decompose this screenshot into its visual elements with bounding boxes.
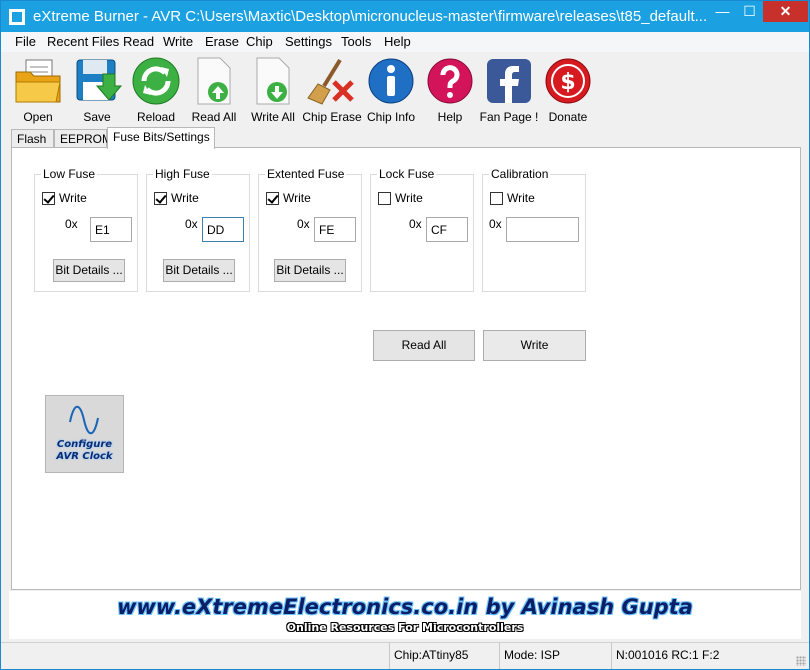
menu-settings[interactable]: Settings xyxy=(285,34,332,49)
extended-fuse-group: Extented Fuse Write 0x FE Bit Details ..… xyxy=(258,167,362,292)
resize-grip-icon[interactable] xyxy=(796,656,806,666)
calibration-group: Calibration Write 0x xyxy=(482,167,586,292)
extended-fuse-bit-details-button[interactable]: Bit Details ... xyxy=(274,259,346,282)
banner-tagline: Online Resources For Microcontrollers xyxy=(286,621,524,634)
extended-fuse-hex-prefix: 0x xyxy=(297,217,310,231)
high-fuse-bit-details-button[interactable]: Bit Details ... xyxy=(163,259,235,282)
app-icon xyxy=(9,9,25,25)
lock-fuse-write-checkbox[interactable] xyxy=(378,192,391,205)
high-fuse-input[interactable]: DD xyxy=(202,217,244,242)
menu-tools[interactable]: Tools xyxy=(341,34,371,49)
broom-icon xyxy=(307,58,354,105)
high-fuse-group: High Fuse Write 0x DD Bit Details ... xyxy=(146,167,250,292)
fuse-settings-panel: Low Fuse Write 0x E1 Bit Details ... Hig… xyxy=(11,147,801,590)
open-button[interactable]: Open xyxy=(10,56,66,124)
donate-label: Donate xyxy=(548,110,588,124)
extended-fuse-input[interactable]: FE xyxy=(314,217,356,242)
low-fuse-title: Low Fuse xyxy=(41,167,98,181)
calibration-write-label: Write xyxy=(507,191,535,205)
menu-recent-files[interactable]: Recent Files xyxy=(47,34,119,49)
save-button[interactable]: Save xyxy=(69,56,125,124)
status-counters: N:001016 RC:1 F:2 xyxy=(611,643,807,669)
menu-erase[interactable]: Erase xyxy=(205,34,239,49)
menu-write[interactable]: Write xyxy=(163,34,193,49)
info-icon xyxy=(368,58,414,104)
low-fuse-bit-details-button[interactable]: Bit Details ... xyxy=(53,259,125,282)
write-all-icon xyxy=(256,57,290,105)
help-icon xyxy=(427,58,473,104)
menu-chip[interactable]: Chip xyxy=(246,34,273,49)
lock-fuse-title: Lock Fuse xyxy=(377,167,437,181)
low-fuse-group: Low Fuse Write 0x E1 Bit Details ... xyxy=(34,167,138,292)
minimize-button[interactable]: — xyxy=(709,1,736,22)
window-title: eXtreme Burner - AVR C:\Users\Maxtic\Des… xyxy=(33,8,708,25)
lock-fuse-hex-prefix: 0x xyxy=(409,217,422,231)
lock-fuse-write-label: Write xyxy=(395,191,423,205)
read-all-fuses-button[interactable]: Read All xyxy=(373,330,475,361)
tab-fuse-bits-settings[interactable]: Fuse Bits/Settings xyxy=(107,127,215,149)
calibration-title: Calibration xyxy=(489,167,551,181)
status-bar: Chip:ATtiny85 Mode: ISP N:001016 RC:1 F:… xyxy=(1,642,809,669)
title-bar: eXtreme Burner - AVR C:\Users\Maxtic\Des… xyxy=(1,1,809,32)
donate-button[interactable]: $ Donate xyxy=(540,56,596,124)
extended-fuse-title: Extented Fuse xyxy=(265,167,347,181)
tab-eeprom[interactable]: EEPROM xyxy=(54,129,112,148)
reload-icon xyxy=(132,57,180,105)
low-fuse-write-label: Write xyxy=(59,191,87,205)
close-button[interactable]: ✕ xyxy=(763,1,808,22)
maximize-button[interactable]: ☐ xyxy=(736,1,763,22)
menu-bar: File Recent Files Read Write Erase Chip … xyxy=(1,32,809,52)
chip-erase-button[interactable]: Chip Erase xyxy=(302,56,362,124)
fan-page-button[interactable]: Fan Page ! xyxy=(480,56,538,124)
menu-file[interactable]: File xyxy=(15,34,36,49)
donate-icon: $ xyxy=(545,58,591,104)
website-banner[interactable]: www.eXtremeElectronics.co.in by Avinash … xyxy=(9,591,801,639)
sine-wave-icon xyxy=(69,405,99,435)
low-fuse-write-checkbox[interactable] xyxy=(42,192,55,205)
configure-label: Configure xyxy=(56,439,113,450)
high-fuse-write-checkbox[interactable] xyxy=(154,192,167,205)
chip-info-button[interactable]: Chip Info xyxy=(363,56,419,124)
read-all-icon xyxy=(197,57,231,105)
menu-read[interactable]: Read xyxy=(123,34,154,49)
write-all-button[interactable]: Write All xyxy=(245,56,301,124)
calibration-hex-prefix: 0x xyxy=(489,217,502,231)
help-button[interactable]: Help xyxy=(422,56,478,124)
status-chip: Chip:ATtiny85 xyxy=(389,643,499,669)
lock-fuse-input[interactable]: CF xyxy=(426,217,468,242)
lock-fuse-group: Lock Fuse Write 0x CF xyxy=(370,167,474,292)
configure-avr-clock-button[interactable]: Configure AVR Clock xyxy=(45,395,124,473)
app-window: eXtreme Burner - AVR C:\Users\Maxtic\Des… xyxy=(0,0,810,670)
low-fuse-input[interactable]: E1 xyxy=(90,217,132,242)
read-all-button[interactable]: Read All xyxy=(186,56,242,124)
calibration-write-checkbox[interactable] xyxy=(490,192,503,205)
facebook-icon xyxy=(487,59,531,103)
tab-flash[interactable]: Flash xyxy=(11,129,54,148)
svg-text:$: $ xyxy=(560,70,575,95)
banner-url: www.eXtremeElectronics.co.in by Avinash … xyxy=(117,595,693,619)
low-fuse-hex-prefix: 0x xyxy=(65,217,78,231)
status-mode: Mode: ISP xyxy=(499,643,611,669)
toolbar: Open Save Reload Read All Write All Chip… xyxy=(1,52,809,126)
folder-icon xyxy=(15,59,61,103)
avr-clock-label: AVR Clock xyxy=(56,451,113,462)
reload-button[interactable]: Reload xyxy=(128,56,184,124)
high-fuse-hex-prefix: 0x xyxy=(185,217,198,231)
extended-fuse-write-label: Write xyxy=(283,191,311,205)
menu-help[interactable]: Help xyxy=(384,34,411,49)
high-fuse-write-label: Write xyxy=(171,191,199,205)
extended-fuse-write-checkbox[interactable] xyxy=(266,192,279,205)
calibration-input[interactable] xyxy=(506,217,579,242)
write-fuses-button[interactable]: Write xyxy=(483,330,586,361)
save-icon xyxy=(76,59,123,101)
high-fuse-title: High Fuse xyxy=(153,167,212,181)
